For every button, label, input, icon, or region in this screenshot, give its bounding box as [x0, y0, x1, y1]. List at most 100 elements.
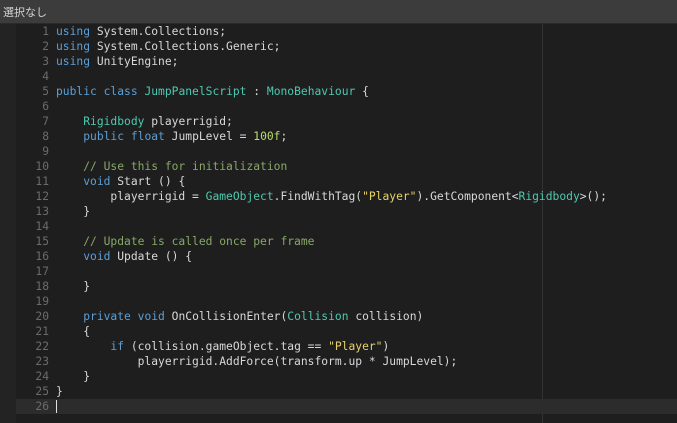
code-line[interactable]: 22 if (collision.gameObject.tag == "Play… [16, 339, 677, 354]
code-line[interactable]: 2 using System.Collections.Generic; [16, 39, 677, 54]
code-text[interactable]: } [56, 384, 63, 399]
title-bar: 選択なし [0, 0, 677, 24]
code-token: collision) [348, 310, 424, 323]
code-editor[interactable]: 1 using System.Collections; 2 using System.… [16, 24, 677, 423]
code-token: using [56, 40, 91, 53]
code-line[interactable]: 19 [16, 294, 677, 309]
code-line[interactable]: 10 // Use this for initialization [16, 159, 677, 174]
code-token: UnityEngine; [90, 55, 179, 68]
code-token: ).GetComponent< [416, 190, 519, 203]
code-token: ; [280, 130, 288, 143]
code-text[interactable]: } [56, 279, 90, 294]
code-token: private [83, 310, 131, 323]
code-token: } [56, 385, 63, 398]
code-token: "Player" [328, 340, 383, 353]
code-token: JumpLevel = [164, 130, 254, 143]
line-number: 15 [35, 235, 49, 248]
line-number: 21 [35, 325, 49, 338]
code-text[interactable]: } [56, 369, 90, 384]
code-token: (collision.gameObject.tag == [124, 340, 329, 353]
code-line[interactable]: 25} [16, 384, 677, 399]
code-line[interactable]: 24 } [16, 369, 677, 384]
code-line[interactable]: 26 [16, 399, 677, 414]
code-token: { [56, 325, 91, 338]
code-token: Rigidbody [83, 115, 145, 128]
code-line[interactable]: 8 public float JumpLevel = 100f; [16, 129, 677, 144]
code-token: JumpPanelScript [144, 85, 247, 98]
code-line[interactable]: 12 playerrigid = GameObject.FindWithTag(… [16, 189, 677, 204]
code-text[interactable]: // Use this for initialization [56, 159, 287, 174]
line-number: 17 [35, 265, 49, 278]
code-line[interactable]: 16 void Update () { [16, 249, 677, 264]
code-token: Rigidbody [518, 190, 580, 203]
line-number: 18 [35, 280, 49, 293]
code-text[interactable]: using System.Collections.Generic; [56, 39, 280, 54]
code-line[interactable]: 20 private void OnCollisionEnter(Collisi… [16, 309, 677, 324]
code-text[interactable]: public class JumpPanelScript : MonoBehav… [56, 84, 369, 99]
code-line[interactable]: 7 Rigidbody playerrigid; [16, 114, 677, 129]
code-token: Update () { [110, 250, 193, 263]
line-number: 25 [35, 385, 49, 398]
line-number: 22 [35, 340, 49, 353]
code-line[interactable]: 6 [16, 99, 677, 114]
code-token: Start () { [110, 175, 186, 188]
code-text[interactable]: } [56, 204, 90, 219]
code-token: System.Collections; [90, 25, 227, 38]
line-number: 9 [42, 145, 49, 158]
code-line[interactable]: 18 } [16, 279, 677, 294]
line-number: 3 [42, 55, 49, 68]
code-text[interactable]: { [56, 324, 90, 339]
line-number: 1 [42, 25, 49, 38]
code-line[interactable]: 13 } [16, 204, 677, 219]
code-token: GameObject [205, 190, 274, 203]
code-line[interactable]: 9 [16, 144, 677, 159]
code-text[interactable]: Rigidbody playerrigid; [56, 114, 233, 129]
code-text[interactable]: if (collision.gameObject.tag == "Player"… [56, 339, 389, 354]
code-line[interactable]: 14 [16, 219, 677, 234]
code-token: float [130, 130, 165, 143]
code-text[interactable]: void Start () { [56, 174, 185, 189]
code-text[interactable]: void Update () { [56, 249, 192, 264]
code-token: class [103, 85, 138, 98]
code-token: playerrigid; [144, 115, 233, 128]
code-token: using [56, 55, 91, 68]
code-lines[interactable]: 1 using System.Collections; 2 using System.… [16, 24, 677, 414]
code-line[interactable]: 4 [16, 69, 677, 84]
line-number: 24 [35, 370, 49, 383]
code-token: : [246, 85, 267, 98]
code-line[interactable]: 23 playerrigid.AddForce(transform.up * J… [16, 354, 677, 369]
code-line[interactable]: 21 { [16, 324, 677, 339]
code-token: "Player" [362, 190, 417, 203]
line-number: 20 [35, 310, 49, 323]
code-line[interactable]: 15 // Update is called once per frame [16, 234, 677, 249]
code-text[interactable]: using System.Collections; [56, 24, 226, 39]
code-text[interactable]: private void OnCollisionEnter(Collision … [56, 309, 423, 324]
code-token: { [355, 85, 369, 98]
code-token: } [56, 280, 91, 293]
code-line[interactable]: 11 void Start () { [16, 174, 677, 189]
code-line[interactable]: 5 public class JumpPanelScript : MonoBeha… [16, 84, 677, 99]
code-text[interactable]: using UnityEngine; [56, 54, 178, 69]
code-text[interactable]: // Update is called once per frame [56, 234, 314, 249]
code-text[interactable]: playerrigid.AddForce(transform.up * Jump… [56, 354, 458, 369]
line-number: 16 [35, 250, 49, 263]
code-line[interactable]: 17 [16, 264, 677, 279]
line-number: 2 [42, 40, 49, 53]
code-line[interactable]: 1 using System.Collections; [16, 24, 677, 39]
code-text[interactable]: playerrigid = GameObject.FindWithTag("Pl… [56, 189, 607, 204]
line-number: 6 [42, 100, 49, 113]
code-token: } [56, 370, 91, 383]
code-token: Collision [287, 310, 349, 323]
line-number: 10 [35, 160, 49, 173]
code-line[interactable]: 3 using UnityEngine; [16, 54, 677, 69]
code-text[interactable]: public float JumpLevel = 100f; [56, 129, 287, 144]
code-token: // Use this for initialization [83, 160, 288, 173]
code-token: void [83, 175, 111, 188]
line-number: 14 [35, 220, 49, 233]
